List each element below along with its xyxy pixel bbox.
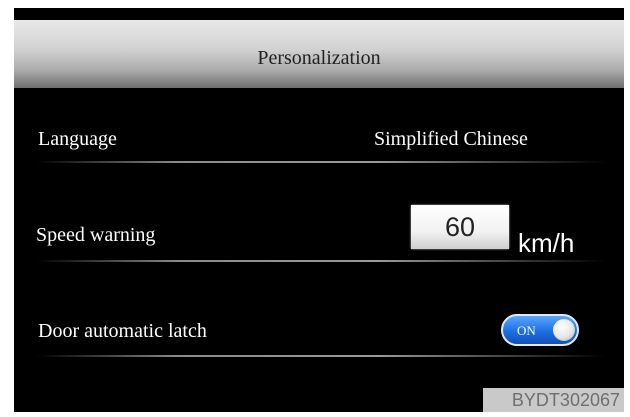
door-latch-label: Door automatic latch <box>38 320 207 342</box>
watermark-label: BYDT302067 <box>483 388 624 412</box>
page-title: Personalization <box>257 47 381 69</box>
language-label: Language <box>38 128 117 150</box>
language-divider <box>36 161 606 163</box>
door-latch-divider <box>36 355 606 357</box>
speed-unit: km/h <box>518 228 575 258</box>
speed-warning-label: Speed warning <box>36 224 156 246</box>
door-latch-toggle[interactable]: ON <box>501 314 579 346</box>
title-bar: Personalization <box>14 20 624 88</box>
toggle-knob <box>553 319 575 341</box>
toggle-on-label: ON <box>517 323 536 338</box>
speed-warning-input[interactable]: 60 <box>411 205 509 249</box>
speed-divider <box>36 260 606 262</box>
settings-screen: Personalization Language Simplified Chin… <box>14 8 624 412</box>
language-value[interactable]: Simplified Chinese <box>374 128 528 151</box>
speed-warning-value: 60 <box>444 212 476 242</box>
